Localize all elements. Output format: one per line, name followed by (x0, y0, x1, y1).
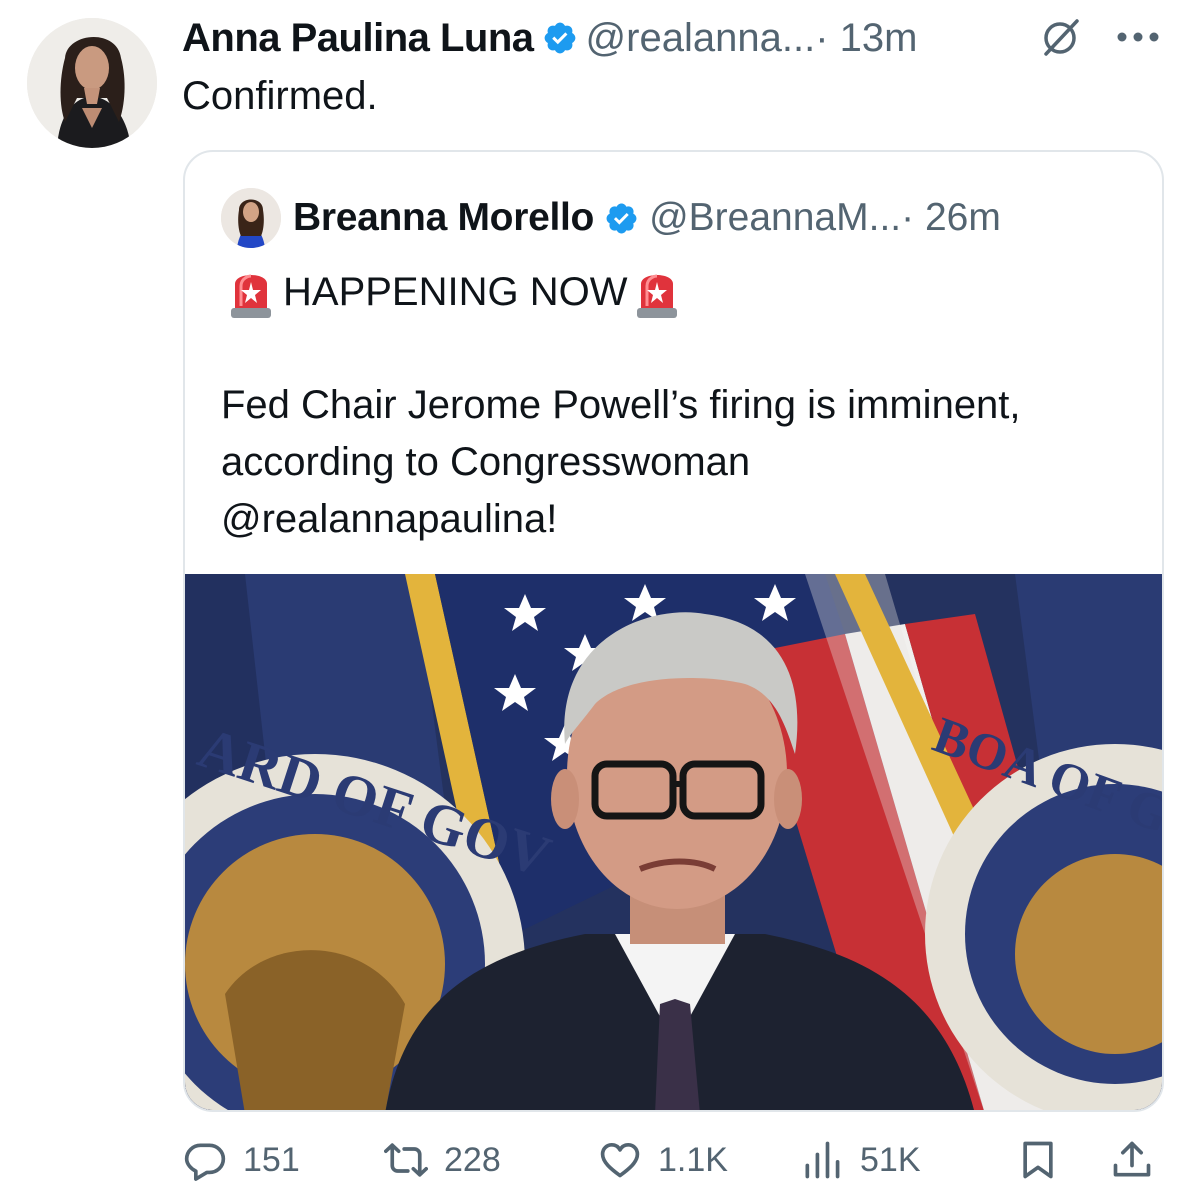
quoted-author-avatar-image (221, 188, 281, 248)
action-bar: 151 228 1.1K 51K (0, 1130, 1191, 1200)
like-icon (600, 1142, 640, 1178)
retweet-count: 228 (444, 1140, 501, 1179)
grok-icon[interactable] (1040, 16, 1082, 58)
bookmark-icon (1023, 1141, 1053, 1179)
retweet-button[interactable]: 228 (384, 1138, 501, 1182)
reply-count: 151 (243, 1140, 300, 1179)
tweet-time[interactable]: · 13m (815, 16, 917, 61)
quoted-author-name[interactable]: Breanna Morello (293, 196, 594, 240)
quoted-tweet-time[interactable]: · 26m (901, 196, 1001, 240)
siren-icon (637, 274, 678, 318)
tweet-text: Confirmed. (182, 74, 378, 118)
quoted-body-line: Fed Chair Jerome Powell’s firing is immi… (221, 383, 1021, 427)
quoted-author-handle[interactable]: @BreannaM... (649, 196, 901, 240)
views-icon (805, 1141, 840, 1179)
quoted-body: Fed Chair Jerome Powell’s firing is immi… (221, 377, 1141, 548)
like-button[interactable]: 1.1K (598, 1138, 728, 1182)
like-count: 1.1K (658, 1140, 728, 1179)
share-icon (1113, 1141, 1151, 1177)
author-avatar-image (27, 18, 157, 148)
quoted-mention-link[interactable]: @realannapaulina! (221, 491, 1141, 548)
author-avatar[interactable] (27, 18, 157, 148)
quoted-tweet-header: Breanna Morello @BreannaM... · 26m (221, 188, 1001, 248)
quoted-photo[interactable]: ARD OF GOV BOA OF GOVE (185, 574, 1162, 1110)
quoted-headline: HAPPENING NOW (283, 269, 628, 314)
more-icon[interactable] (1116, 30, 1160, 44)
siren-icon (231, 274, 271, 318)
author-handle[interactable]: @realanna... (586, 16, 816, 61)
views-count: 51K (860, 1140, 921, 1179)
reply-button[interactable]: 151 (183, 1138, 300, 1182)
quoted-body-line: according to Congresswoman (221, 440, 751, 484)
quoted-author-avatar (221, 188, 281, 248)
press-conference-photo: ARD OF GOV BOA OF GOVE (185, 574, 1162, 1110)
views-button[interactable]: 51K (800, 1138, 921, 1182)
tweet-header: Anna Paulina Luna @realanna... · 13m (182, 12, 1171, 64)
author-name[interactable]: Anna Paulina Luna (182, 16, 534, 61)
quoted-headline-line: HAPPENING NOW (225, 262, 683, 322)
quoted-verified-badge-icon (606, 203, 637, 233)
quoted-tweet-card[interactable]: Breanna Morello @BreannaM... · 26m HAPPE… (183, 150, 1164, 1112)
reply-icon (184, 1143, 226, 1181)
retweet-icon (384, 1143, 428, 1177)
verified-badge-icon (544, 22, 575, 54)
share-button[interactable] (1110, 1138, 1170, 1182)
bookmark-button[interactable] (1016, 1138, 1076, 1182)
